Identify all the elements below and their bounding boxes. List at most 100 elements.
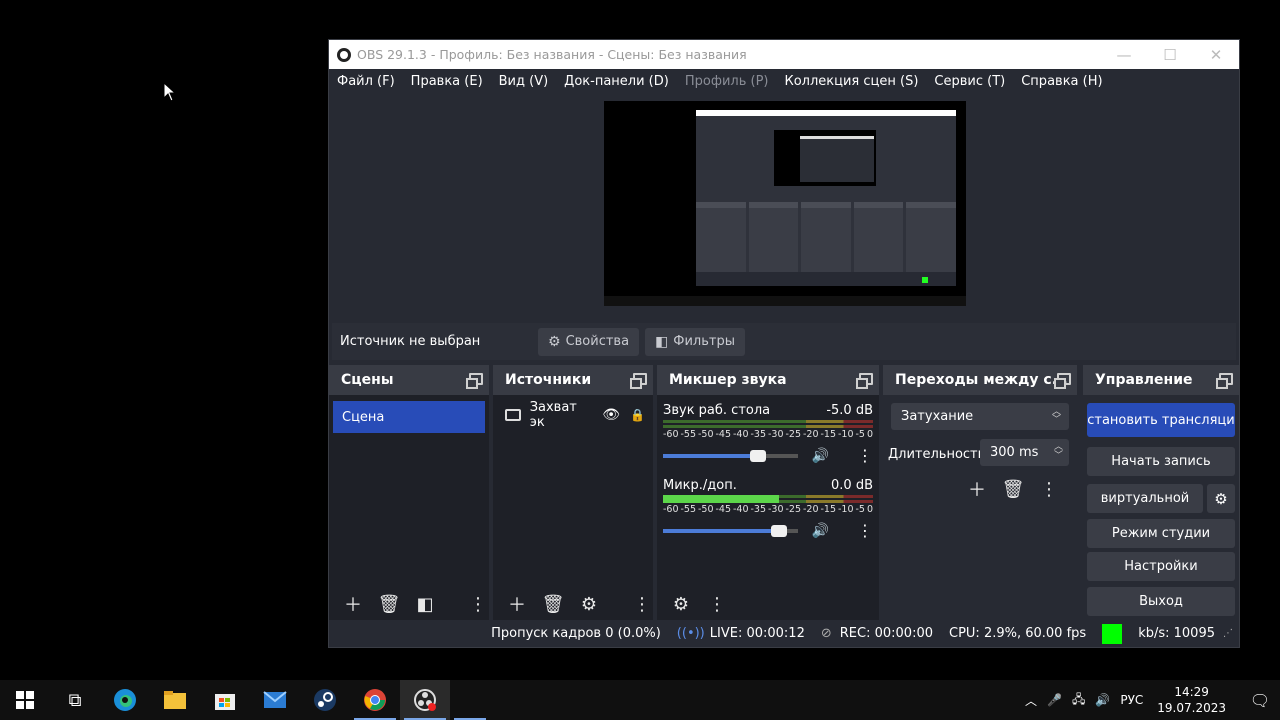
bitrate: kb/s: 10095 xyxy=(1138,626,1215,641)
sources-toolbar: ＋ 🗑 ⚙ ⋮ xyxy=(493,587,653,621)
volume-slider[interactable] xyxy=(663,449,798,462)
volume-meter xyxy=(663,495,873,503)
transition-select[interactable]: Затухание ︿ ﹀ xyxy=(891,403,1069,430)
scene-filters-button[interactable]: ◧ xyxy=(409,590,441,618)
menu-help[interactable]: Справка (H) xyxy=(1021,74,1102,89)
edge-browser-icon[interactable] xyxy=(100,680,150,720)
clock[interactable]: 14:29 19.07.2023 xyxy=(1157,684,1226,716)
maximize-button[interactable]: ☐ xyxy=(1147,46,1193,64)
gear-icon: ⚙ xyxy=(548,333,561,350)
studio-mode-button[interactable]: Режим студии xyxy=(1087,519,1235,548)
stop-stream-button[interactable]: становить трансляци xyxy=(1087,403,1235,437)
file-explorer-icon[interactable] xyxy=(150,680,200,720)
undock-icon[interactable] xyxy=(630,373,647,389)
scale-tick-label: -25 xyxy=(785,504,802,515)
sources-more-button[interactable]: ⋮ xyxy=(633,590,651,618)
undock-icon[interactable] xyxy=(856,373,873,389)
scale-tick-label: -50 xyxy=(698,504,714,515)
scale-tick-label: -5 xyxy=(855,429,865,440)
transitions-title: Переходы между с... xyxy=(895,372,1068,388)
store-icon[interactable] xyxy=(200,680,250,720)
obs-window: OBS 29.1.3 - Профиль: Без названия - Сце… xyxy=(328,39,1240,648)
remove-source-button[interactable]: 🗑 xyxy=(537,590,569,618)
controls-title: Управление xyxy=(1095,372,1193,388)
scale-tick-label: -10 xyxy=(838,429,854,440)
add-source-button[interactable]: ＋ xyxy=(501,590,533,618)
properties-button[interactable]: ⚙ Свойства xyxy=(538,327,640,356)
scale-tick-label: -15 xyxy=(820,429,837,440)
volume-slider[interactable] xyxy=(663,524,798,537)
duration-label: Длительность xyxy=(888,447,986,462)
transition-more-button[interactable]: ⋮ xyxy=(1033,475,1065,503)
menu-scene-collection[interactable]: Коллекция сцен (S) xyxy=(784,74,918,89)
undock-icon[interactable] xyxy=(466,373,483,389)
transitions-dock: Переходы между с... Затухание ︿ ﹀ Длитель… xyxy=(883,365,1077,621)
remove-scene-button[interactable]: 🗑 xyxy=(373,590,405,618)
taskbar-app-slot[interactable] xyxy=(450,680,490,720)
notification-center-icon[interactable]: 🗨 xyxy=(1240,691,1280,710)
minimize-button[interactable]: — xyxy=(1101,46,1147,64)
add-scene-button[interactable]: ＋ xyxy=(337,590,369,618)
close-button[interactable]: ✕ xyxy=(1193,46,1239,64)
scenes-more-button[interactable]: ⋮ xyxy=(469,590,487,618)
preview-canvas[interactable] xyxy=(604,101,966,306)
mixer-more-button[interactable]: ⋮ xyxy=(701,590,733,618)
network-icon[interactable]: 🖧 xyxy=(1072,690,1085,711)
show-hidden-icons-chevron-icon[interactable]: ︿ xyxy=(1025,692,1037,709)
undock-icon[interactable] xyxy=(1054,373,1071,389)
language-indicator[interactable]: РУС xyxy=(1120,693,1143,707)
scale-tick-label: -10 xyxy=(838,504,854,515)
mail-icon[interactable] xyxy=(250,680,300,720)
stream-health-indicator xyxy=(1102,623,1123,644)
menu-view[interactable]: Вид (V) xyxy=(499,74,549,89)
filters-button[interactable]: ◧ Фильтры xyxy=(645,327,745,356)
channel-more-button[interactable]: ⋮ xyxy=(857,521,873,540)
menu-edit[interactable]: Правка (E) xyxy=(411,74,483,89)
speaker-icon[interactable]: 🔊 xyxy=(812,523,829,539)
preview-area xyxy=(329,94,1239,310)
add-transition-button[interactable]: ＋ xyxy=(961,475,993,503)
scale-tick-label: -30 xyxy=(768,429,784,440)
task-view-icon[interactable]: ⧉ xyxy=(50,680,100,720)
source-item[interactable]: Захват эк 👁 🔒 xyxy=(505,400,645,430)
advanced-audio-button[interactable]: ⚙ xyxy=(665,590,697,618)
dock-area: Сцены Сцена ＋ 🗑 ◧ ⋮ Источники Захват эк … xyxy=(329,365,1239,621)
sources-title: Источники xyxy=(505,372,592,388)
mixer-channel: Звук раб. стола -5.0 dB -60 -55 -50 -45 -40 -3… xyxy=(663,403,873,465)
microphone-icon[interactable]: 🎤 xyxy=(1047,693,1062,707)
windows-start-icon[interactable] xyxy=(0,680,50,720)
obs-taskbar-icon[interactable] xyxy=(400,680,450,720)
channel-name: Звук раб. стола xyxy=(663,403,771,418)
steam-icon[interactable] xyxy=(300,680,350,720)
scale-tick-label: -45 xyxy=(715,429,732,440)
menu-tools[interactable]: Сервис (T) xyxy=(934,74,1005,89)
mouse-cursor-icon xyxy=(163,82,177,102)
scale-tick-label: -60 xyxy=(663,504,679,515)
mixer-toolbar: ⚙ ⋮ xyxy=(657,587,879,621)
mixer-title: Микшер звука xyxy=(669,372,787,388)
speaker-icon[interactable]: 🔊 xyxy=(812,448,829,464)
monitor-icon xyxy=(505,409,521,421)
undock-icon[interactable] xyxy=(1216,373,1233,389)
source-properties-button[interactable]: ⚙ xyxy=(573,590,605,618)
remove-transition-button[interactable]: 🗑 xyxy=(997,475,1029,503)
no-source-label: Источник не выбран xyxy=(340,334,481,349)
eye-icon[interactable]: 👁 xyxy=(602,407,620,423)
scene-item[interactable]: Сцена xyxy=(333,401,485,433)
volume-icon[interactable]: 🔊 xyxy=(1095,693,1110,707)
exit-button[interactable]: Выход xyxy=(1087,587,1235,616)
spin-arrows-icon[interactable]: ︿ ﹀ xyxy=(1054,443,1063,461)
menu-file[interactable]: Файл (F) xyxy=(337,74,395,89)
start-record-button[interactable]: Начать запись xyxy=(1087,447,1235,476)
virtual-camera-settings-gear-icon[interactable]: ⚙ xyxy=(1207,484,1235,513)
virtual-camera-button[interactable]: виртуальной xyxy=(1087,484,1203,513)
lock-icon[interactable]: 🔒 xyxy=(630,408,645,422)
channel-more-button[interactable]: ⋮ xyxy=(857,446,873,465)
resize-grip-icon[interactable]: ⋰ xyxy=(1223,628,1233,639)
menu-profile[interactable]: Профиль (P) xyxy=(685,74,769,89)
settings-button[interactable]: Настройки xyxy=(1087,552,1235,581)
duration-spinbox[interactable]: 300 ms ︿ ﹀ xyxy=(980,439,1069,466)
chrome-icon[interactable] xyxy=(350,680,400,720)
menu-docks[interactable]: Док-панели (D) xyxy=(564,74,669,89)
source-toolbar: Источник не выбран ⚙ Свойства ◧ Фильтры xyxy=(332,323,1236,360)
